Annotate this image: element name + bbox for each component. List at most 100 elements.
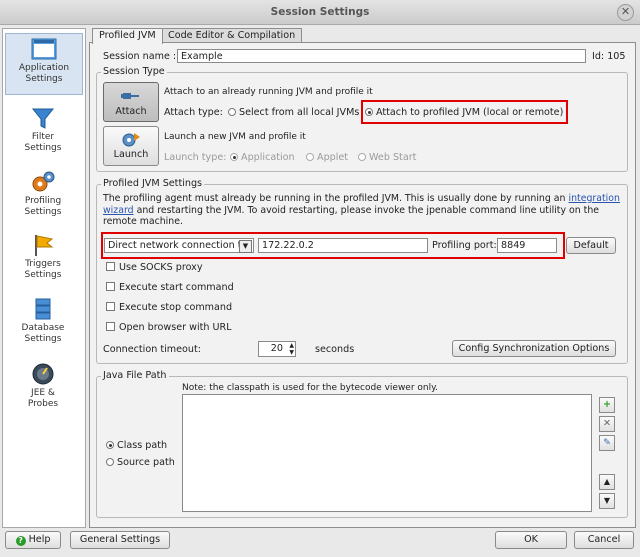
edit-path-icon[interactable]: ✎	[599, 435, 615, 451]
source-path-label: Source path	[117, 457, 175, 468]
sidebar-item-filter-settings[interactable]: Filter Settings	[5, 103, 81, 155]
help-button-label: Help	[28, 534, 51, 545]
session-name-label: Session name :	[103, 51, 177, 62]
tab-profiled-jvm[interactable]: Profiled JVM	[92, 28, 163, 44]
java-file-path-legend: Java File Path	[101, 370, 169, 381]
move-up-icon[interactable]: ▲	[599, 474, 615, 490]
sidebar-item-application-settings[interactable]: Application Settings	[5, 33, 83, 95]
launch-type-label: Launch type:	[164, 152, 227, 163]
cancel-button[interactable]: Cancel	[574, 531, 634, 549]
launch-description: Launch a new JVM and profile it	[164, 132, 306, 142]
sidebar-item-profiling-settings[interactable]: Profiling Settings	[5, 167, 81, 219]
sidebar-item-label: Application	[18, 63, 70, 73]
session-id-label: Id: 105	[592, 51, 626, 62]
radio-source-path[interactable]	[106, 458, 114, 466]
ok-button[interactable]: OK	[495, 531, 567, 549]
attach-option-local-label: Select from all local JVMs	[239, 107, 360, 118]
info-text-part: The profiling agent must already be runn…	[103, 193, 569, 204]
sidebar-item-label: Database	[21, 323, 65, 333]
attach-type-label: Attach type:	[164, 107, 223, 118]
attach-description: Attach to an already running JVM and pro…	[164, 87, 373, 97]
launch-option-application[interactable]: Application	[230, 152, 295, 163]
chevron-down-icon[interactable]: ▼	[239, 240, 252, 253]
launch-gear-icon	[122, 133, 140, 147]
sidebar-item-label: Triggers	[25, 259, 61, 269]
host-input[interactable]: 172.22.0.2	[258, 238, 428, 253]
sidebar-item-label: Probes	[27, 399, 59, 409]
connection-type-select[interactable]: Direct network connection to ▼	[104, 238, 254, 253]
move-down-icon[interactable]: ▼	[599, 493, 615, 509]
sidebar-item-label: Settings	[24, 207, 62, 217]
launch-button[interactable]: Launch	[103, 126, 159, 166]
profiling-port-input[interactable]: 8849	[497, 238, 557, 253]
tab-code-editor-compilation[interactable]: Code Editor & Compilation	[161, 28, 303, 43]
sidebar-item-label: Profiling	[24, 196, 62, 206]
sidebar-item-triggers-settings[interactable]: Triggers Settings	[5, 230, 81, 282]
attach-button-label: Attach	[115, 106, 147, 117]
close-icon[interactable]: ✕	[617, 4, 634, 21]
attach-option-local[interactable]: Select from all local JVMs	[228, 107, 359, 118]
spinner-arrows-icon[interactable]: ▲ ▼	[289, 342, 294, 356]
connection-timeout-spinner[interactable]: 20 ▲ ▼	[258, 341, 296, 357]
config-sync-options-button[interactable]: Config Synchronization Options	[452, 340, 616, 357]
flag-icon	[35, 235, 54, 256]
socks-proxy-option[interactable]: Use SOCKS proxy	[106, 262, 203, 273]
attach-option-remote-label: Attach to profiled JVM (local or remote)	[376, 107, 564, 118]
class-path-label: Class path	[117, 440, 168, 451]
launch-button-label: Launch	[113, 149, 149, 160]
browser-url-checkbox[interactable]	[106, 322, 115, 331]
radio-profiled-jvm[interactable]	[365, 108, 373, 116]
attach-button[interactable]: Attach	[103, 82, 159, 122]
socks-proxy-checkbox[interactable]	[106, 262, 115, 271]
add-path-icon[interactable]: +	[599, 397, 615, 413]
launch-option-webstart[interactable]: Web Start	[358, 152, 416, 163]
start-command-checkbox[interactable]	[106, 282, 115, 291]
browser-url-option[interactable]: Open browser with URL	[106, 322, 232, 333]
sidebar-item-label: JEE &	[31, 388, 55, 398]
sidebar-item-jee-probes[interactable]: JEE & Probes	[5, 359, 81, 411]
help-button[interactable]: ? Help	[5, 531, 61, 549]
connection-timeout-label: Connection timeout:	[103, 344, 201, 355]
radio-web-start[interactable]	[358, 153, 366, 161]
timeout-unit-label: seconds	[315, 344, 355, 355]
info-text-part: and restarting the JVM. To avoid restart…	[133, 204, 600, 216]
gears-icon	[32, 171, 55, 192]
class-path-option[interactable]: Class path	[106, 440, 167, 451]
sidebar-item-label: Settings	[24, 270, 62, 280]
sidebar-item-label: Settings	[24, 334, 62, 344]
help-question-icon: ?	[15, 536, 26, 546]
info-text-part: remote machine.	[103, 216, 183, 227]
launch-option-applet-label: Applet	[317, 152, 349, 163]
file-path-list[interactable]	[182, 394, 592, 512]
general-settings-button[interactable]: General Settings	[70, 531, 170, 549]
profiled-jvm-settings-legend: Profiled JVM Settings	[101, 178, 205, 189]
profiled-jvm-info-text: The profiling agent must already be runn…	[103, 193, 623, 228]
start-command-option[interactable]: Execute start command	[106, 282, 234, 293]
source-path-option[interactable]: Source path	[106, 457, 175, 468]
window-title-bar: Session Settings	[0, 0, 640, 25]
launch-option-applet[interactable]: Applet	[306, 152, 348, 163]
radio-application[interactable]	[230, 153, 238, 161]
sidebar-item-database-settings[interactable]: Database Settings	[5, 294, 81, 346]
sidebar-item-label: Settings	[24, 143, 62, 153]
radio-applet[interactable]	[306, 153, 314, 161]
stop-command-option[interactable]: Execute stop command	[106, 302, 232, 313]
attach-option-remote[interactable]: Attach to profiled JVM (local or remote)	[365, 107, 563, 118]
session-name-input[interactable]: Example	[177, 49, 586, 63]
integration-wizard-link-2[interactable]: wizard	[103, 205, 134, 216]
start-command-label: Execute start command	[119, 282, 234, 293]
sidebar-item-label: Filter	[31, 132, 55, 142]
filter-funnel-icon	[31, 108, 55, 129]
launch-option-application-label: Application	[241, 152, 295, 163]
launch-option-webstart-label: Web Start	[369, 152, 417, 163]
default-button[interactable]: Default	[566, 237, 616, 254]
sidebar-item-label: Settings	[25, 74, 63, 84]
stop-command-checkbox[interactable]	[106, 302, 115, 311]
radio-local-jvms[interactable]	[228, 108, 236, 116]
socks-proxy-label: Use SOCKS proxy	[119, 262, 203, 273]
radio-class-path[interactable]	[106, 441, 114, 449]
database-icon	[35, 298, 51, 320]
remove-path-icon[interactable]: ✕	[599, 416, 615, 432]
settings-sidebar: Application Settings Filter Settings Pro…	[2, 28, 86, 528]
integration-wizard-link[interactable]: integration	[568, 193, 620, 204]
